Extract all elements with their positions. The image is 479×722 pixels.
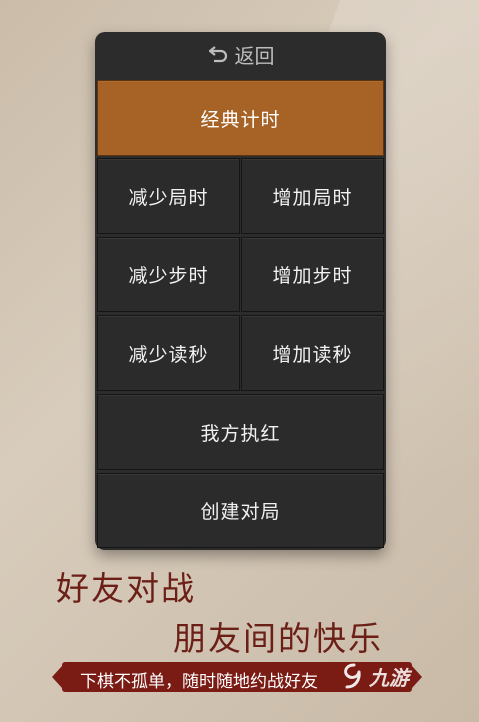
promo-ribbon-text: 下棋不孤单，随时随地约战好友 [80, 672, 318, 692]
increase-countdown-button[interactable]: 增加读秒 [241, 315, 384, 391]
decrease-step-time-button[interactable]: 减少步时 [97, 237, 240, 312]
nine-game-logo-icon [344, 663, 361, 689]
watermark: 九游 [340, 662, 409, 690]
timer-settings-panel: 返回 经典计时 减少局时 增加局时 减少步时 增加步时 减少读秒 增加读秒 我方… [95, 32, 386, 550]
create-game-button[interactable]: 创建对局 [97, 473, 384, 548]
decrease-game-time-button[interactable]: 减少局时 [97, 158, 240, 234]
promo-title-line1: 好友对战 [56, 569, 196, 608]
increase-step-time-button[interactable]: 增加步时 [241, 237, 384, 312]
watermark-text: 九游 [369, 665, 409, 690]
back-button[interactable]: 返回 [95, 32, 386, 76]
back-label: 返回 [234, 43, 275, 68]
increase-game-time-button[interactable]: 增加局时 [241, 158, 384, 234]
play-red-button[interactable]: 我方执红 [97, 394, 384, 470]
classic-timing-button[interactable]: 经典计时 [97, 80, 384, 156]
back-arrow-icon [208, 46, 227, 63]
promo-title-line2: 朋友间的快乐 [173, 619, 383, 658]
decrease-countdown-button[interactable]: 减少读秒 [97, 315, 240, 391]
